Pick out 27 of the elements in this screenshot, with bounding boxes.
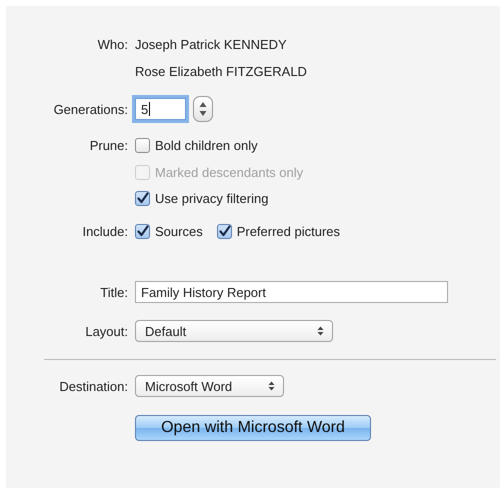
checkbox-label: Use privacy filtering: [155, 190, 268, 206]
layout-dropdown[interactable]: Default: [135, 320, 333, 342]
checkbox-label: Marked descendants only: [155, 164, 304, 180]
field-label: Prune:: [88, 138, 128, 152]
field-label: Generations:: [52, 102, 128, 116]
stepper-arrows-icon: [268, 381, 275, 391]
field-label: Layout:: [84, 324, 128, 338]
field-label: Title:: [99, 284, 128, 300]
checkbox[interactable]: [135, 224, 150, 238]
stepper[interactable]: [193, 96, 213, 122]
stepper-arrows-icon: [317, 326, 324, 336]
person-name: Joseph Patrick KENNEDY: [135, 36, 287, 52]
field-label: Who:: [96, 36, 128, 52]
field-label: Include:: [81, 224, 128, 238]
up-down-arrows-icon: [199, 101, 207, 117]
person-name: Rose Elizabeth FITZGERALD: [135, 64, 307, 78]
title-field[interactable]: Family History Report: [135, 281, 448, 303]
field-label: Destination:: [58, 378, 128, 394]
checkbox[interactable]: [135, 190, 150, 206]
checkbox[interactable]: [135, 138, 150, 152]
checkbox-label: Bold children only: [155, 138, 258, 152]
destination-dropdown[interactable]: Microsoft Word: [135, 375, 284, 397]
generations-field[interactable]: 5: [135, 98, 186, 120]
open-button[interactable]: Open with Microsoft Word: [135, 415, 371, 441]
checkbox[interactable]: [216, 224, 232, 238]
checkbox-label: Preferred pictures: [236, 224, 340, 238]
checkbox-label: Sources: [155, 224, 203, 238]
